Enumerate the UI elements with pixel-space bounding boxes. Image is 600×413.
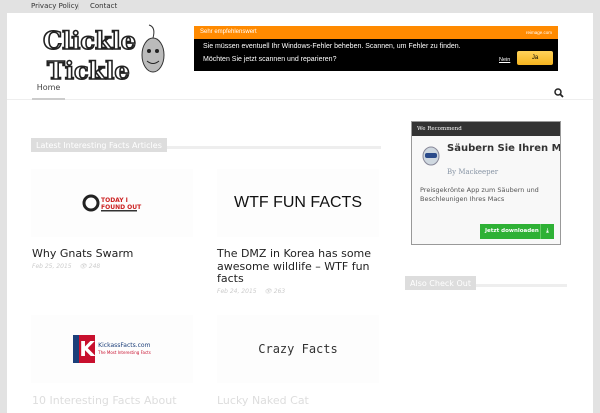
widget-header: We Recommend: [412, 122, 560, 136]
article-views: 263: [273, 288, 286, 295]
ad-line-1: Sie müssen eventuell Ihr Windows-Fehler …: [203, 43, 461, 50]
article-title[interactable]: The DMZ in Korea has some awesome wildli…: [217, 247, 387, 286]
article-thumb[interactable]: Crazy Facts: [217, 315, 379, 383]
contact-link[interactable]: Contact: [90, 2, 117, 10]
widget-title[interactable]: Säubern Sie Ihren Mac: [447, 143, 560, 154]
article-thumb[interactable]: WTF FUN FACTS: [217, 169, 379, 237]
section-title-text: Latest Interesting Facts Articles: [31, 138, 167, 152]
kickassfacts-name: KickassFacts.com: [98, 342, 151, 349]
main-nav: Home: [7, 78, 593, 100]
svg-text:FOUND OUT: FOUND OUT: [101, 204, 142, 211]
site-logo[interactable]: Clickle Tickle: [41, 23, 171, 86]
ad-header-text: Sehr empfehlenswert: [200, 29, 257, 35]
kickassfacts-logo-text: KickassFacts.com The Most Interesting Fac…: [98, 342, 151, 356]
ad-line-2: Möchten Sie jetzt scannen und reparieren…: [203, 56, 337, 63]
svg-text:TODAY I: TODAY I: [101, 197, 128, 204]
article-title[interactable]: Why Gnats Swarm: [32, 247, 202, 261]
download-icon: ⤓: [540, 224, 554, 239]
widget-by: By Mackeeper: [447, 168, 499, 176]
article-views: 248: [88, 263, 101, 270]
ad-source[interactable]: reimage.com: [526, 30, 552, 35]
article-date: Feb 25, 2015: [32, 263, 72, 270]
mackeeper-robot-icon: [422, 146, 440, 170]
article-title[interactable]: 10 Interesting Facts About: [32, 394, 202, 408]
ad-no-link[interactable]: Nein: [499, 57, 510, 63]
eye-icon: 👁: [79, 263, 87, 270]
page: Clickle Tickle Sehr empfehlenswert reimag…: [7, 13, 593, 413]
ad-yes-button[interactable]: Ja: [517, 51, 553, 65]
separator: |: [77, 2, 80, 10]
section-title-also-check-out: Also Check Out: [405, 271, 567, 290]
article-title[interactable]: Lucky Naked Cat: [217, 394, 387, 408]
privacy-policy-link[interactable]: Privacy Policy: [31, 2, 79, 10]
nav-home[interactable]: Home: [32, 83, 65, 100]
kickassfacts-logo-mark: K: [73, 335, 96, 363]
ad-banner: Sehr empfehlenswert reimage.com Sie müsse…: [194, 26, 558, 71]
download-button-label: Jetzt downloaden: [485, 228, 539, 234]
section-title-latest: Latest Interesting Facts Articles: [31, 133, 381, 152]
article-meta: Feb 25, 2015 👁 248: [32, 263, 100, 270]
article-date: Feb 24, 2015: [217, 288, 257, 295]
article-thumb[interactable]: K KickassFacts.com The Most Interesting F…: [31, 315, 193, 383]
eye-icon: 👁: [264, 288, 272, 295]
widget-description: Preisgekrönte App zum Säubern und Beschl…: [420, 186, 539, 203]
download-button[interactable]: Jetzt downloaden ⤓: [480, 224, 554, 239]
section-title-text: Also Check Out: [405, 276, 476, 290]
search-icon[interactable]: [554, 83, 564, 102]
article-thumb[interactable]: TODAY I FOUND OUT: [31, 169, 193, 237]
article-meta: Feb 24, 2015 👁 263: [217, 288, 285, 295]
recommend-widget: We Recommend Säubern Sie Ihren Mac By Ma…: [411, 121, 561, 245]
ad-header: Sehr empfehlenswert reimage.com: [194, 26, 558, 39]
svg-text:Clickle: Clickle: [43, 26, 136, 55]
top-bar: Privacy Policy | Contact: [0, 0, 600, 13]
kickassfacts-tagline: The Most Interesting Facts: [98, 350, 151, 355]
